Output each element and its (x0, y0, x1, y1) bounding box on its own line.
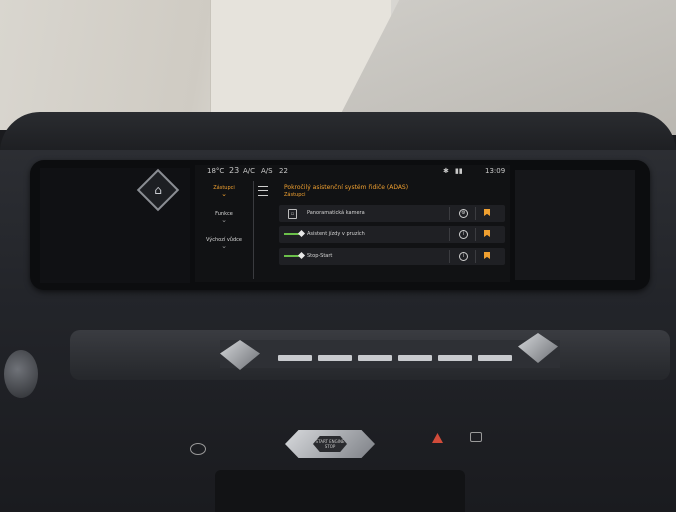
row-separator (475, 207, 476, 220)
camera-icon: ▫ (288, 209, 297, 219)
hardware-button[interactable] (318, 355, 352, 361)
hardware-button[interactable] (438, 355, 472, 361)
signal-icon: ▮▮ (455, 167, 463, 175)
nav-divider (253, 181, 254, 279)
hardware-button[interactable] (398, 355, 432, 361)
bookmark-icon[interactable] (484, 252, 490, 259)
nav-item-default[interactable]: Výchozí vůdce ⌄ (201, 237, 247, 255)
settings-icon[interactable]: ⚙ (459, 209, 468, 218)
outside-temperature: 18°C (207, 167, 225, 175)
passenger-temperature[interactable]: 22 (279, 167, 288, 175)
row-separator (449, 207, 450, 220)
setting-row-panoramic-camera[interactable]: ▫ Panoramatická kamera ⚙ (279, 205, 505, 222)
start-engine-button[interactable]: START ENGINE STOP (285, 430, 375, 458)
lock-icon[interactable] (470, 432, 482, 442)
clock: 13:09 (485, 167, 506, 175)
hardware-button[interactable] (278, 355, 312, 361)
page-subtitle: Zástupci (284, 192, 306, 198)
setting-label: Stop-Start (307, 253, 333, 259)
bluetooth-icon: ✱ (443, 167, 449, 175)
nav-item-functions[interactable]: Funkce ⌄ (201, 211, 247, 229)
control-strip (220, 340, 560, 368)
setting-label: Asistent jízdy v pruzích (307, 231, 365, 237)
nav-item-shortcuts[interactable]: Zástupci ⌄ (201, 185, 247, 203)
steering-knob (4, 350, 38, 398)
hardware-button[interactable] (358, 355, 392, 361)
side-display (515, 170, 635, 280)
setting-row-lane-assist[interactable]: Asistent jízdy v pruzích i (279, 226, 505, 243)
infotainment-screen: 18°C 23 A/C A/S 22 ✱ ▮▮ 13:09 Zástupci ⌄… (195, 165, 510, 282)
stop-start-toggle[interactable] (284, 255, 302, 257)
hardware-button[interactable] (478, 355, 512, 361)
row-separator (449, 250, 450, 263)
status-bar: 18°C 23 A/C A/S 22 ✱ ▮▮ 13:09 (195, 165, 510, 179)
menu-icon[interactable] (258, 186, 268, 196)
info-icon[interactable]: i (459, 230, 468, 239)
center-console (215, 470, 465, 512)
bookmark-icon[interactable] (484, 209, 490, 216)
parking-brake-icon[interactable] (190, 443, 206, 455)
row-separator (449, 228, 450, 241)
bookmark-icon[interactable] (484, 230, 490, 237)
setting-label: Panoramatická kamera (307, 210, 365, 216)
setting-row-stop-start[interactable]: Stop-Start i (279, 248, 505, 265)
chevron-down-icon: ⌄ (221, 190, 227, 198)
ac-toggle[interactable]: A/C (243, 167, 255, 175)
home-icon: ⌂ (154, 183, 162, 197)
chevron-down-icon: ⌄ (221, 216, 227, 224)
row-separator (475, 228, 476, 241)
chevron-down-icon: ⌄ (221, 242, 227, 250)
info-icon[interactable]: i (459, 252, 468, 261)
shortcut-nav: Zástupci ⌄ Funkce ⌄ Výchozí vůdce ⌄ (195, 181, 251, 281)
lane-assist-toggle[interactable] (284, 233, 302, 235)
car-dashboard-scene: ⌂ 18°C 23 A/C A/S 22 ✱ ▮▮ 13:09 Zástupci… (0, 0, 676, 512)
auto-toggle[interactable]: A/S (261, 167, 273, 175)
row-separator (475, 250, 476, 263)
temperature-set[interactable]: 23 (229, 166, 239, 175)
page-title: Pokročilý asistenční systém řidiče (ADAS… (284, 184, 409, 191)
start-engine-label: START ENGINE STOP (313, 436, 347, 452)
